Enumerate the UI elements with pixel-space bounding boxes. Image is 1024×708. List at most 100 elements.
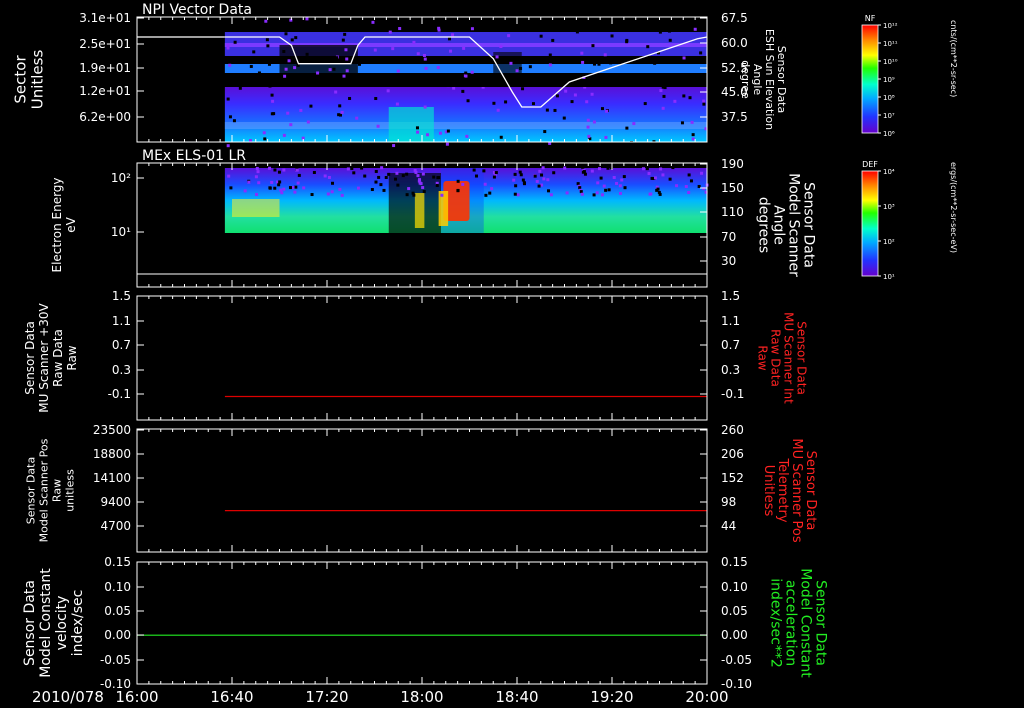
panel-5-ytick-label: 0.00 [104,628,131,642]
npi-speckle [266,44,270,48]
npi-speckle [416,52,420,56]
els-speckle [294,185,298,189]
els-speckle [395,171,399,175]
npi-speckle [416,130,420,134]
panel-5-right-ytick-label: 0.05 [721,604,748,618]
els-speckle [227,174,231,178]
panel-2-right-ytick-label: 30 [721,254,736,268]
els-speckle [606,166,610,170]
npi-speckle [519,66,523,70]
npi-speckle [604,145,608,149]
npi-speckle [422,53,426,57]
panel-3-right-ytick-label: -0.1 [721,387,744,401]
panel-5-ytick-label: 0.10 [104,580,131,594]
els-speckle [405,172,409,176]
npi-speckle [521,87,525,91]
colorbar-1-tick-label: 10⁹ [883,76,895,84]
panel-3-ytick-label: 1.1 [112,314,131,328]
npi-speckle [236,59,240,63]
npi-speckle [551,38,555,42]
npi-speckle [548,53,552,57]
npi-speckle [226,97,230,101]
panel-3-right-ytick-label: 0.3 [721,363,740,377]
colorbar-2-tick-label: 10³ [883,203,895,211]
panel-4-ytick-label: 18800 [93,447,131,461]
els-speckle [549,193,553,197]
els-speckle [293,190,297,194]
els-speckle [421,186,425,190]
npi-dark-gap [224,79,707,87]
npi-speckle [465,134,469,138]
els-speckle [684,185,688,189]
els-speckle [542,177,546,181]
els-speckle [653,176,657,180]
els-speckle [648,192,652,196]
npi-speckle [492,101,496,105]
npi-speckle [345,69,349,73]
npi-speckle [604,135,608,139]
npi-speckle [226,43,230,47]
npi-speckle [233,40,237,44]
panel-1-ytick-label: 6.2e+00 [79,110,131,124]
time-tick-label: 16:40 [210,688,253,706]
npi-speckle [555,94,559,98]
npi-speckle [289,18,293,22]
els-speckle [255,166,259,170]
npi-speckle [581,60,585,64]
els-speckle [492,175,496,179]
npi-speckle [267,62,271,66]
panel-4-right-ytick-label: 206 [721,447,744,461]
npi-speckle [479,57,483,61]
els-speckle [396,183,400,187]
colorbar-1-tick-label: 10⁶ [883,130,895,138]
colorbar-2-units: ergs/(cm**2-sr-sec-eV) [949,162,958,254]
els-speckle [668,177,672,181]
els-yellow-band [232,199,280,217]
npi-speckle [570,100,574,104]
npi-speckle [340,110,344,114]
npi-speckle [589,25,593,29]
els-speckle [291,185,295,189]
panel-2-right-ylabel-line: Model Scanner [786,173,802,277]
panel-5-ylabel-line: Model Constant [38,568,54,678]
els-speckle [490,187,494,191]
panel-4-ytick-label: 4700 [100,519,131,533]
colorbar-1-label: NF [865,14,876,23]
els-speckle [346,167,350,171]
els-speckle [229,186,233,190]
npi-speckle [641,74,645,78]
time-tick-label: 17:20 [305,688,348,706]
panel-5-right-ylabel-line: index/sec**2 [768,578,784,668]
npi-speckle [436,66,440,70]
els-speckle [338,187,342,191]
els-speckle [282,168,286,172]
npi-speckle [445,142,449,146]
els-speckle [623,186,627,190]
panel-4-ytick-label: 9400 [100,495,131,509]
panel-3-ylabel-line: Raw Data [51,329,65,387]
panel-3-ytick-label: 0.7 [112,338,131,352]
npi-speckle [691,137,695,141]
els-speckle [597,167,601,171]
npi-speckle [496,108,500,112]
panel-3-right-ytick-label: 1.1 [721,314,740,328]
els-speckle [563,166,567,170]
els-speckle [514,184,518,188]
panel-2-right-ytick-label: 190 [721,157,744,171]
npi-speckle [662,94,666,98]
els-speckle [578,186,582,190]
panel-5-right-ytick-label: 0.10 [721,580,748,594]
els-speckle [612,175,616,179]
els-speckle [356,186,360,190]
panel-5-ylabel-line: index/sec [70,590,86,657]
els-speckle [377,175,381,179]
els-speckle [658,192,662,196]
els-speckle [256,170,260,174]
els-speckle [255,192,259,196]
npi-speckle [600,107,604,111]
npi-speckle [499,45,503,49]
npi-speckle [279,59,283,63]
panel-5-frame [136,561,708,685]
els-speckle [295,168,299,172]
panel-3-ylabel-line: Raw [65,345,79,370]
